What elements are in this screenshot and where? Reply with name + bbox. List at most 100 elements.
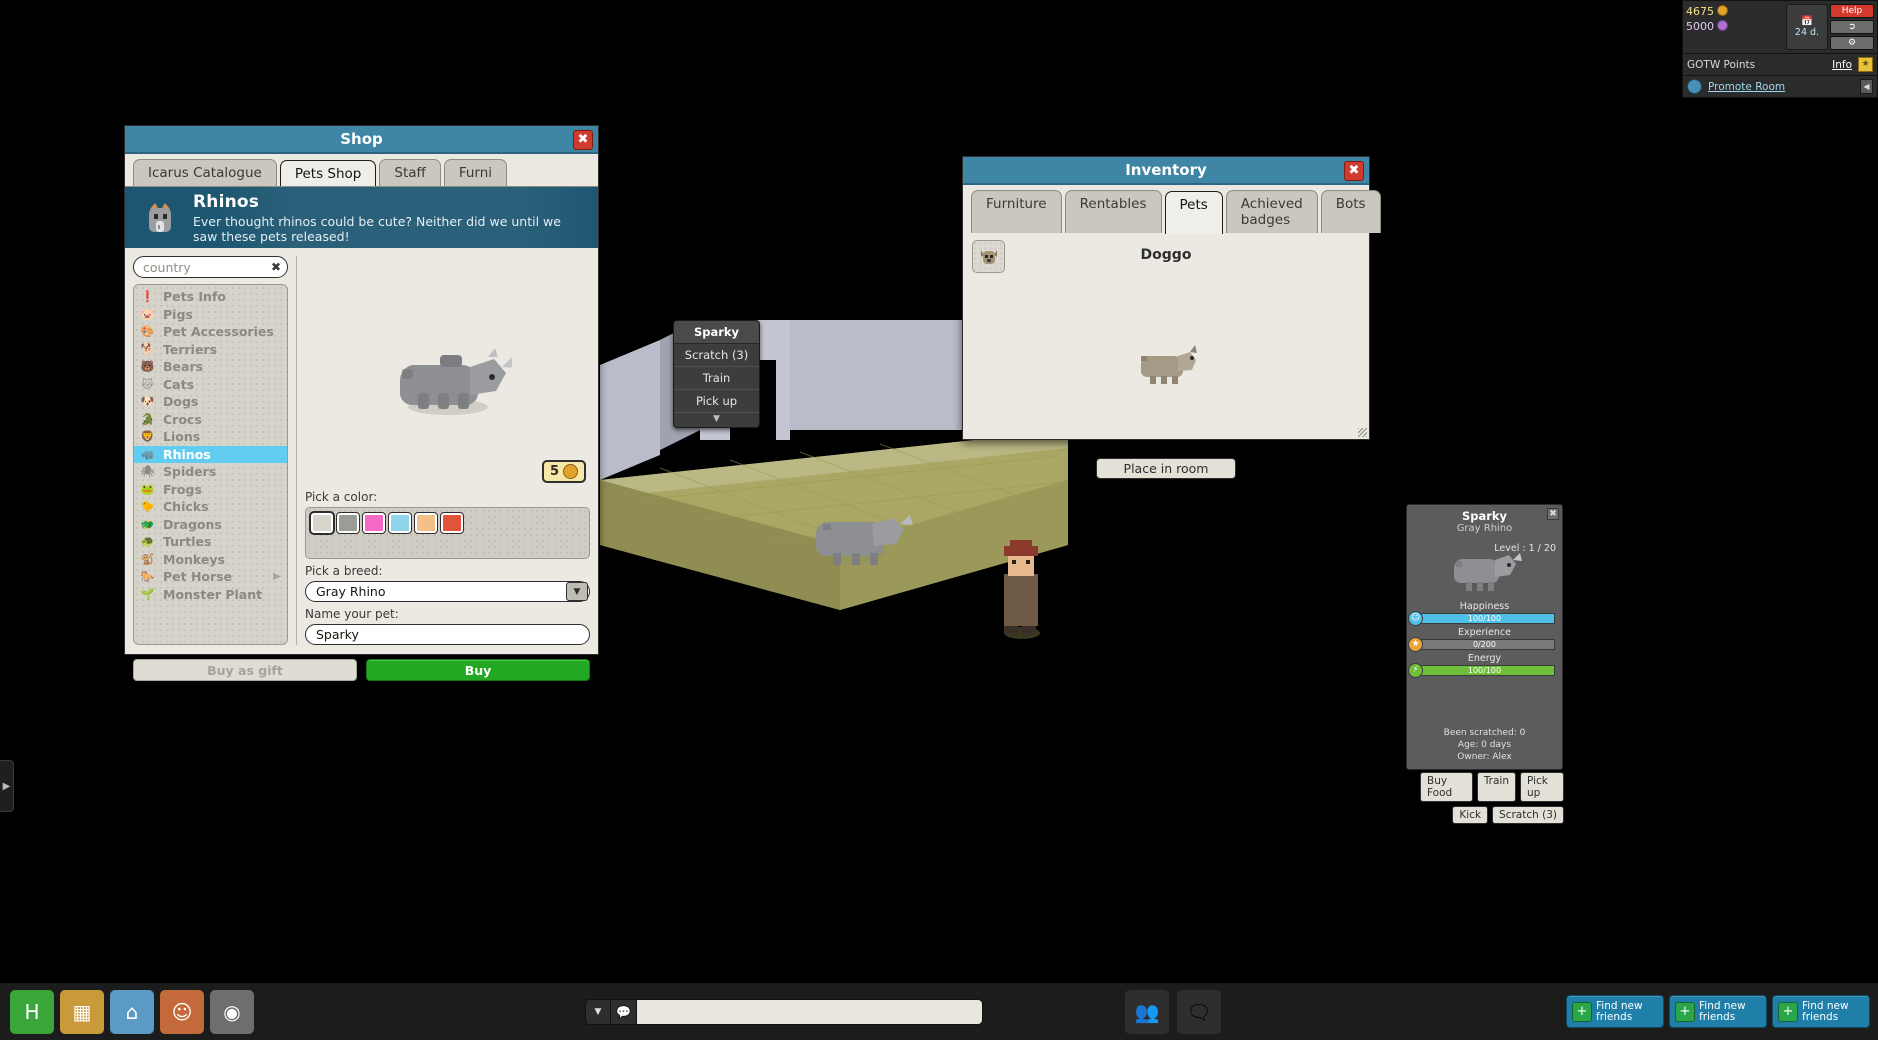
gear-icon[interactable]: ⚙ — [1830, 36, 1874, 50]
tab-pets-shop[interactable]: Pets Shop — [279, 160, 377, 187]
tab-staff[interactable]: Staff — [379, 159, 441, 186]
left-panel-toggle[interactable]: ▶ — [0, 760, 14, 812]
inventory-window[interactable]: Inventory ✖ Furniture Rentables Pets Ach… — [962, 156, 1381, 479]
help-button[interactable]: Help — [1830, 4, 1874, 18]
category-item-pet-accessories[interactable]: 🎨 Pet Accessories — [134, 323, 287, 341]
name-label: Name your pet: — [305, 607, 399, 621]
buy-as-gift-button[interactable]: Buy as gift — [133, 659, 357, 681]
category-item-dogs[interactable]: 🐶 Dogs — [134, 393, 287, 411]
category-item-crocs[interactable]: 🐊 Crocs — [134, 411, 287, 429]
find-new-friends-label: Find new friends — [1699, 1000, 1746, 1023]
inventory-title-bar[interactable]: Inventory ✖ — [963, 157, 1369, 185]
tab-pets[interactable]: Pets — [1164, 191, 1223, 234]
tab-bots[interactable]: Bots — [1320, 190, 1381, 233]
color-swatch-orange[interactable] — [414, 512, 438, 534]
category-item-pets-info[interactable]: ❗ Pets Info — [134, 288, 287, 306]
chat-input[interactable] — [637, 998, 983, 1025]
banner-description: Ever thought rhinos could be cute? Neith… — [193, 213, 561, 244]
category-item-rhinos[interactable]: 🦏 Rhinos — [134, 445, 287, 463]
clear-icon[interactable]: ✖ — [271, 260, 281, 274]
collapse-icon[interactable]: ◀ — [1860, 79, 1873, 94]
buy-food-button[interactable]: Buy Food — [1420, 772, 1473, 802]
find-new-friends-button-3[interactable]: + Find new friends — [1772, 995, 1870, 1028]
chevron-down-icon[interactable]: ▼ — [585, 998, 611, 1025]
close-icon[interactable]: ✖ — [1344, 161, 1364, 181]
category-item-frogs[interactable]: 🐸 Frogs — [134, 481, 287, 499]
category-item-cats[interactable]: 🐱 Cats — [134, 376, 287, 394]
friend-label-line2: friends — [1699, 1010, 1736, 1023]
find-new-friends-button-1[interactable]: + Find new friends — [1566, 995, 1664, 1028]
navigator-icon[interactable]: ⌂ — [110, 989, 154, 1034]
category-item-chicks[interactable]: 🐤 Chicks — [134, 498, 287, 516]
people-icon[interactable]: 👥 — [1125, 989, 1169, 1034]
add-friend-icon: + — [1675, 1001, 1695, 1022]
color-swatch-pink[interactable] — [362, 512, 386, 534]
train-button[interactable]: Train — [1476, 772, 1517, 802]
home-icon[interactable]: H — [10, 989, 54, 1034]
pet-name-input[interactable] — [305, 624, 590, 645]
tab-rentables[interactable]: Rentables — [1064, 190, 1162, 233]
pet-context-menu[interactable]: Sparky Scratch (3) Train Pick up ▼ — [673, 320, 760, 428]
buy-button[interactable]: Buy — [366, 659, 590, 681]
close-icon[interactable]: ✖ — [1547, 508, 1559, 520]
tab-furni[interactable]: Furni — [443, 159, 508, 186]
pet-info-level: Level : 1 / 20 — [1494, 543, 1556, 554]
close-icon[interactable]: ✖ — [573, 130, 593, 150]
hud-button-stack: Help ➲ ⚙ — [1830, 4, 1874, 50]
color-swatch-gray[interactable] — [336, 512, 360, 534]
catalogue-icon[interactable]: ▦ — [60, 989, 104, 1034]
breed-select[interactable]: Gray Rhino — [305, 581, 590, 602]
category-label: Lions — [163, 429, 201, 445]
search-input[interactable] — [133, 256, 288, 278]
category-label: Chicks — [163, 499, 209, 515]
category-item-turtles[interactable]: 🐢 Turtles — [134, 533, 287, 551]
shop-window[interactable]: Shop ✖ Icarus Catalogue Pets Shop Staff … — [124, 125, 599, 681]
shop-title-bar[interactable]: Shop ✖ — [125, 126, 598, 154]
pet-stats: Happiness 100/100 ☺ Experience 0/200 ★ Energy 1… — [1407, 601, 1562, 678]
tab-furniture[interactable]: Furniture — [971, 190, 1062, 233]
category-item-bears[interactable]: 🐻 Bears — [134, 358, 287, 376]
pet-menu-item-scratch[interactable]: Scratch (3) — [674, 344, 759, 367]
croc-icon: 🐊 — [140, 412, 155, 426]
category-item-pigs[interactable]: 🐷 Pigs — [134, 306, 287, 324]
category-item-monkeys[interactable]: 🐒 Monkeys — [134, 551, 287, 569]
add-friend-icon: + — [1778, 1001, 1798, 1022]
tab-icarus-catalogue[interactable]: Icarus Catalogue — [133, 159, 277, 186]
cat-icon: 🐱 — [141, 377, 154, 391]
color-swatch-white[interactable] — [309, 511, 335, 535]
resize-handle[interactable] — [1358, 428, 1367, 437]
pet-menu-item-train[interactable]: Train — [674, 367, 759, 390]
category-list[interactable]: ❗ Pets Info 🐷 Pigs 🎨 Pet Accessories 🐕 Terriers… — [133, 284, 288, 645]
pet-info-panel[interactable]: Sparky Gray Rhino ✖ Level : 1 / 20 Happi… — [1406, 504, 1563, 770]
chevron-down-icon[interactable]: ▼ — [674, 413, 759, 427]
pet-info-header: Sparky Gray Rhino ✖ — [1407, 505, 1562, 536]
avatar-editor-icon[interactable]: ☺ — [160, 989, 204, 1034]
category-item-monster-plant[interactable]: 🌱 Monster Plant — [134, 586, 287, 604]
category-item-lions[interactable]: 🦁 Lions — [134, 428, 287, 446]
kick-button[interactable]: Kick — [1452, 806, 1489, 824]
tab-achieved-badges[interactable]: Achieved badges — [1225, 190, 1318, 233]
chat-style-icon[interactable]: 💬 — [611, 998, 637, 1025]
category-item-spiders[interactable]: 🕷 Spiders — [134, 463, 287, 481]
color-swatch-red[interactable] — [440, 512, 464, 534]
hud-panel: 4675 5000 📅 24 d. Help ➲ ⚙ GOTW Points I… — [1682, 0, 1878, 98]
friend-label-line2: friends — [1596, 1010, 1633, 1023]
category-label: Spiders — [163, 464, 217, 480]
calendar-days[interactable]: 📅 24 d. — [1786, 4, 1828, 50]
find-new-friends-button-2[interactable]: + Find new friends — [1669, 995, 1767, 1028]
chat-bubble-icon[interactable]: 🗨 — [1177, 989, 1221, 1034]
color-swatch-blue[interactable] — [388, 512, 412, 534]
color-swatches[interactable] — [305, 507, 590, 559]
camera-icon[interactable]: ◉ — [210, 989, 254, 1034]
chevron-down-icon[interactable]: ▼ — [566, 582, 588, 601]
logout-icon[interactable]: ➲ — [1830, 20, 1874, 34]
pet-menu-item-pickup[interactable]: Pick up — [674, 390, 759, 413]
category-item-terriers[interactable]: 🐕 Terriers — [134, 341, 287, 359]
pick-up-button[interactable]: Pick up — [1520, 772, 1564, 802]
category-item-dragons[interactable]: 🐲 Dragons — [134, 516, 287, 534]
place-in-room-button[interactable]: Place in room — [1096, 458, 1236, 479]
gotw-info-link[interactable]: Info — [1832, 59, 1852, 71]
promote-room-link[interactable]: Promote Room — [1708, 81, 1785, 93]
category-item-pet-horse[interactable]: 🐎 Pet Horse ▶ — [134, 568, 287, 586]
scratch-button[interactable]: Scratch (3) — [1492, 806, 1564, 824]
